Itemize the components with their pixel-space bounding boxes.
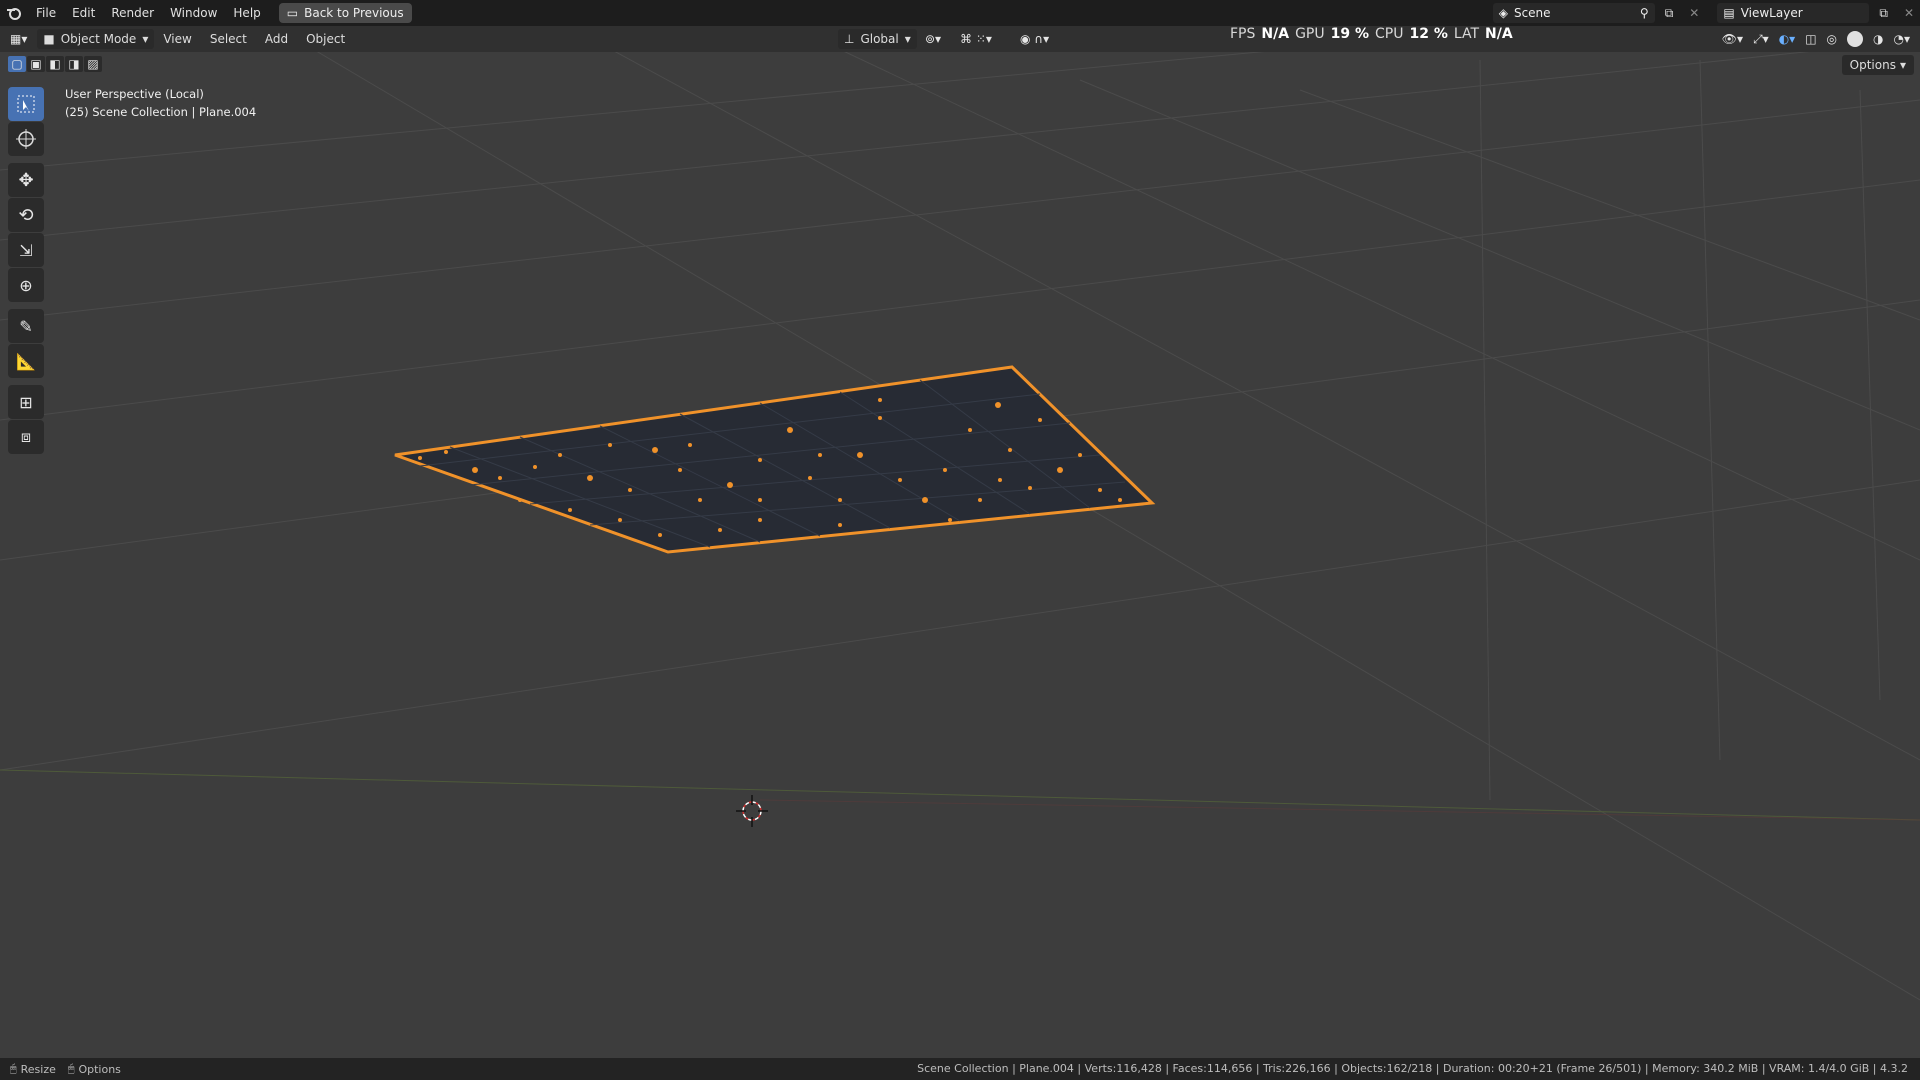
object-mode-icon: ■	[43, 32, 55, 46]
viewlayer-icon: ▤	[1723, 6, 1735, 20]
gizmo-icon[interactable]: ⤢▾	[1753, 32, 1769, 47]
remove-viewlayer-icon[interactable]: ✕	[1898, 6, 1920, 20]
scene-name: Scene	[1513, 6, 1551, 20]
select-intersect-icon[interactable]: ▨	[84, 56, 102, 72]
active-object-label: (25) Scene Collection | Plane.004	[65, 105, 257, 119]
gpu-value: 19 %	[1330, 26, 1369, 42]
add-cube-icon: ⊞	[19, 392, 33, 412]
visibility-icon[interactable]: 👁▾	[1722, 32, 1743, 46]
mouse-icon: 🖱	[10, 1062, 17, 1075]
screen-icon: ▭	[286, 6, 299, 20]
viewport-canvas[interactable]	[0, 0, 1920, 1080]
rotate-icon: ⟲	[18, 204, 34, 226]
menu-add[interactable]: Add	[256, 32, 297, 46]
viewlayer-selector[interactable]: ▤ ViewLayer	[1717, 3, 1870, 23]
options-label: Options	[1849, 58, 1896, 72]
view-perspective-label: User Perspective (Local)	[65, 87, 204, 101]
rendered-shading-icon[interactable]: ◔▾	[1894, 32, 1911, 46]
mouse-icon: 🖱	[67, 1062, 75, 1075]
resize-hint: Resize	[20, 1062, 56, 1076]
scene-statistics: Scene Collection | Plane.004 | Verts:116…	[917, 1062, 1908, 1075]
select-box-tool[interactable]	[8, 87, 44, 121]
xray-icon[interactable]: ◫	[1805, 32, 1816, 46]
mode-dropdown[interactable]: ■ Object Mode ▾	[37, 29, 155, 49]
menu-view[interactable]: View	[154, 32, 200, 46]
chevron-down-icon: ▾	[142, 32, 149, 46]
remove-scene-icon[interactable]: ✕	[1683, 6, 1705, 20]
cursor-tool[interactable]	[8, 122, 44, 156]
mode-label: Object Mode	[60, 32, 137, 46]
top-menu-bar: File Edit Render Window Help ▭ Back to P…	[0, 0, 1920, 26]
rotate-tool[interactable]: ⟲	[8, 198, 44, 232]
proportional-edit-icon[interactable]: ◉ ∩▾	[1020, 32, 1049, 46]
back-to-previous-button[interactable]: ▭ Back to Previous	[278, 3, 412, 23]
transform-icon: ⊕	[19, 275, 33, 295]
pivot-icon[interactable]: ⊚▾	[925, 32, 941, 46]
orientation-label: Global	[860, 32, 899, 46]
cpu-label: CPU	[1375, 26, 1404, 42]
add-object-tool[interactable]: ⧈	[8, 420, 44, 454]
menu-help[interactable]: Help	[225, 0, 268, 26]
annotate-tool[interactable]: ✎	[8, 309, 44, 343]
overlay-icon[interactable]: ◐▾	[1779, 32, 1796, 46]
top-right-controls: ◈ Scene ⚲ ⧉ ✕ ▤ ViewLayer ⧉ ✕	[1492, 0, 1920, 26]
chevron-down-icon: ▾	[1899, 58, 1906, 72]
select-new-icon[interactable]: ▢	[8, 56, 26, 72]
status-bar: 🖱 Resize 🖱 Options Scene Collection | Pl…	[0, 1058, 1920, 1080]
solid-shading-icon[interactable]	[1847, 31, 1864, 47]
viewlayer-name: ViewLayer	[1740, 6, 1803, 20]
new-scene-icon[interactable]: ⧉	[1659, 6, 1680, 21]
wireframe-shading-icon[interactable]: ◎	[1827, 32, 1837, 46]
options-dropdown[interactable]: Options ▾	[1841, 55, 1914, 75]
tool-shelf: ✥ ⟲ ⇲ ⊕ ✎ 📐 ⊞ ⧈	[8, 87, 46, 455]
move-icon: ✥	[18, 169, 34, 191]
menu-edit[interactable]: Edit	[64, 0, 103, 26]
blender-logo-icon[interactable]	[0, 0, 28, 26]
back-to-previous-label: Back to Previous	[304, 6, 404, 20]
lat-value: N/A	[1485, 26, 1513, 42]
snap-icon[interactable]: ⌘ ⁙▾	[960, 32, 992, 46]
menu-object[interactable]: Object	[297, 32, 354, 46]
transform-orientation-dropdown[interactable]: ⊥ Global ▾	[838, 29, 917, 49]
lat-label: LAT	[1453, 26, 1480, 42]
menu-window[interactable]: Window	[162, 0, 225, 26]
editor-type-icon[interactable]: ▦▾	[0, 32, 37, 46]
options-hint: Options	[78, 1062, 121, 1076]
menu-select[interactable]: Select	[201, 32, 256, 46]
scene-icon: ◈	[1498, 6, 1508, 20]
measure-tool[interactable]: 📐	[8, 344, 44, 378]
material-shading-icon[interactable]: ◑	[1873, 32, 1883, 46]
new-viewlayer-icon[interactable]: ⧉	[1873, 6, 1894, 21]
3d-cursor-tool-icon	[16, 129, 36, 149]
scene-selector[interactable]: ◈ Scene ⚲	[1492, 3, 1655, 23]
viewport-header: ▦▾ ■ Object Mode ▾ View Select Add Objec…	[0, 26, 1920, 52]
select-invert-icon[interactable]: ◨	[65, 56, 83, 72]
fps-value: N/A	[1261, 26, 1290, 42]
chevron-down-icon: ▾	[904, 32, 911, 46]
pin-icon[interactable]: ⚲	[1640, 6, 1649, 20]
cpu-value: 12 %	[1409, 26, 1448, 42]
select-extend-icon[interactable]: ▣	[27, 56, 45, 72]
cursor-arrow-icon	[17, 95, 35, 113]
move-tool[interactable]: ✥	[8, 163, 44, 197]
performance-stats: FPS N/A GPU 19 % CPU 12 % LAT N/A	[1230, 26, 1513, 42]
scale-icon: ⇲	[19, 240, 33, 260]
menu-file[interactable]: File	[28, 0, 64, 26]
annotate-icon: ✎	[19, 316, 33, 336]
orientation-icon: ⊥	[844, 32, 855, 46]
select-subtract-icon[interactable]: ◧	[46, 56, 64, 72]
gpu-label: GPU	[1295, 26, 1325, 42]
selection-mode-buttons: ▢ ▣ ◧ ◨ ▨	[8, 56, 102, 72]
viewport-shading-controls: 👁▾ ⤢▾ ◐▾ ◫ ◎ ◑ ◔▾	[1722, 31, 1910, 47]
measure-icon: 📐	[16, 351, 36, 371]
scale-tool[interactable]: ⇲	[8, 233, 44, 267]
transform-tool[interactable]: ⊕	[8, 268, 44, 302]
add-object-icon: ⧈	[20, 427, 32, 446]
add-cube-tool[interactable]: ⊞	[8, 385, 44, 419]
fps-label: FPS	[1230, 26, 1256, 42]
menu-render[interactable]: Render	[103, 0, 162, 26]
